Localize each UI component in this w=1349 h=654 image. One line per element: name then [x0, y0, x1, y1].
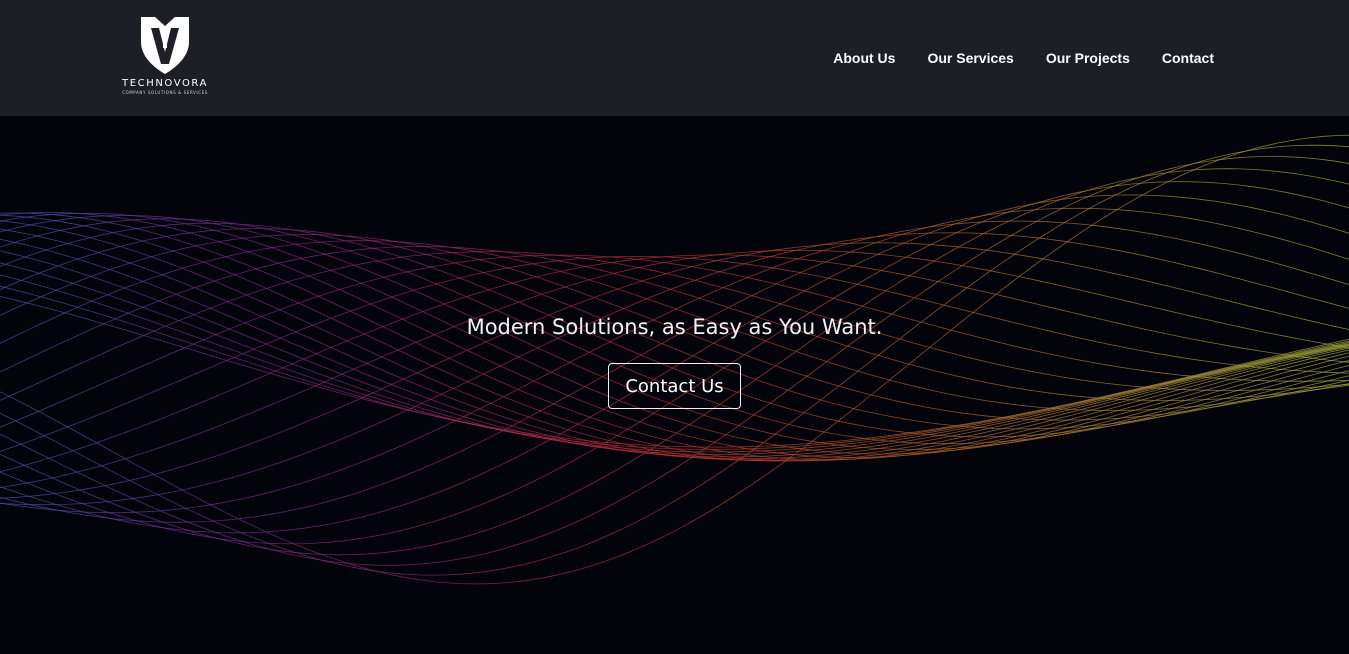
v-shield-logo-icon [141, 17, 189, 74]
hero-section: Modern Solutions, as Easy as You Want. C… [0, 310, 1349, 409]
site-header: TECHNOVORA COMPANY SOLUTIONS & SERVICES … [0, 0, 1349, 116]
brand-name: TECHNOVORA [121, 78, 209, 89]
nav-link-contact[interactable]: Contact [1162, 48, 1214, 68]
nav-link-about-us[interactable]: About Us [833, 48, 895, 68]
brand-logo[interactable]: TECHNOVORA COMPANY SOLUTIONS & SERVICES [118, 14, 212, 104]
nav-link-our-services[interactable]: Our Services [927, 48, 1013, 68]
contact-us-button[interactable]: Contact Us [608, 363, 741, 409]
nav-link-our-projects[interactable]: Our Projects [1046, 48, 1130, 68]
brand-tagline: COMPANY SOLUTIONS & SERVICES [122, 90, 208, 95]
hero-title: Modern Solutions, as Easy as You Want. [466, 315, 883, 339]
page: TECHNOVORA COMPANY SOLUTIONS & SERVICES … [0, 0, 1349, 654]
main-nav: About Us Our Services Our Projects Conta… [833, 48, 1214, 68]
